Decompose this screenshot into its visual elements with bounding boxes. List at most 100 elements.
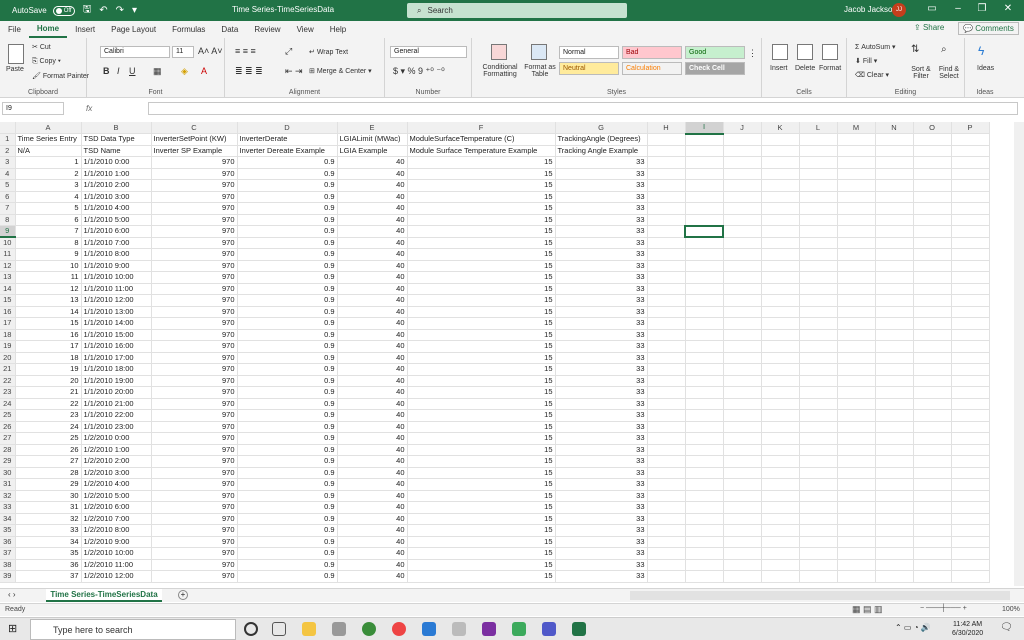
app-icon[interactable] (332, 622, 346, 636)
cell[interactable] (913, 271, 952, 284)
cell[interactable] (913, 398, 952, 410)
cell[interactable] (723, 547, 762, 560)
cell[interactable] (647, 306, 686, 318)
cell[interactable]: 1/1/2010 13:00 (81, 306, 152, 318)
cell[interactable] (647, 559, 686, 571)
cell[interactable]: 0.9 (237, 306, 338, 318)
cell[interactable] (799, 306, 838, 318)
customize-qat-icon[interactable]: ▾ (132, 5, 137, 16)
cell[interactable]: 1/2/2010 10:00 (81, 547, 152, 560)
cell[interactable] (913, 547, 952, 560)
cell[interactable] (875, 398, 914, 410)
cell[interactable] (647, 501, 686, 514)
cell[interactable]: 1/2/2010 2:00 (81, 455, 152, 468)
column-header[interactable]: M (837, 122, 876, 134)
cell[interactable] (875, 271, 914, 284)
cell[interactable]: 0.9 (237, 455, 338, 468)
cell[interactable] (799, 191, 838, 203)
cell[interactable]: 19 (15, 363, 82, 376)
cell[interactable] (799, 455, 838, 468)
autosave-toggle[interactable]: Off (52, 5, 75, 16)
row-header[interactable]: 3 (0, 156, 16, 169)
cell[interactable]: 15 (407, 248, 556, 261)
minimize-icon[interactable]: – (948, 3, 968, 14)
cell[interactable]: 1/2/2010 12:00 (81, 570, 152, 583)
cell[interactable]: 1/1/2010 10:00 (81, 271, 152, 284)
cell[interactable] (799, 271, 838, 284)
cell[interactable] (647, 398, 686, 410)
cell[interactable] (799, 317, 838, 330)
cell[interactable]: 0.9 (237, 478, 338, 491)
cell[interactable]: Tracking Angle Example (555, 145, 648, 157)
cell[interactable] (913, 248, 952, 261)
cell[interactable] (875, 513, 914, 525)
format-as-table-button[interactable]: Format as Table (522, 64, 558, 78)
cell[interactable] (761, 398, 800, 410)
column-header[interactable]: J (723, 122, 762, 134)
cell[interactable] (685, 133, 724, 146)
notifications-icon[interactable]: 🗨 (1000, 622, 1013, 633)
cell[interactable] (913, 432, 952, 445)
cell[interactable] (761, 490, 800, 502)
cell[interactable] (913, 237, 952, 249)
cell[interactable] (761, 524, 800, 537)
cell[interactable] (875, 386, 914, 399)
cell[interactable] (913, 513, 952, 525)
cell[interactable] (685, 501, 724, 514)
cell[interactable]: 970 (151, 524, 238, 537)
cell[interactable] (685, 444, 724, 456)
row-header[interactable]: 33 (0, 501, 16, 514)
vscode-icon[interactable] (422, 622, 436, 636)
cell[interactable] (837, 225, 876, 238)
cell[interactable]: 0.9 (237, 168, 338, 180)
cell[interactable] (685, 398, 724, 410)
cell[interactable]: 1/1/2010 22:00 (81, 409, 152, 422)
cell[interactable]: Module Surface Temperature Example (407, 145, 556, 157)
cell[interactable] (913, 375, 952, 387)
cell[interactable] (647, 214, 686, 226)
cell[interactable] (647, 444, 686, 456)
cell[interactable] (685, 237, 724, 249)
cell[interactable] (951, 432, 990, 445)
font-name-select[interactable]: Calibri (100, 46, 170, 58)
row-header[interactable]: 1 (0, 133, 16, 146)
style-calculation[interactable]: Calculation (622, 62, 682, 75)
cell[interactable]: 33 (555, 317, 648, 330)
cell[interactable] (723, 156, 762, 169)
cell[interactable] (875, 559, 914, 571)
column-header[interactable]: O (913, 122, 952, 134)
cell[interactable]: 15 (407, 317, 556, 330)
cell[interactable] (723, 398, 762, 410)
cell[interactable] (837, 214, 876, 226)
cell[interactable]: 33 (555, 501, 648, 514)
horizontal-scrollbar[interactable] (630, 591, 1010, 600)
cell[interactable]: 15 (407, 536, 556, 548)
cell[interactable] (837, 237, 876, 249)
indent-icons[interactable]: ⇤ ⇥ (285, 66, 303, 77)
cell[interactable]: 15 (407, 363, 556, 376)
cell[interactable]: 1/1/2010 19:00 (81, 375, 152, 387)
cell[interactable] (761, 501, 800, 514)
cell[interactable]: 40 (337, 570, 408, 583)
cell[interactable] (913, 283, 952, 295)
cell[interactable]: 40 (337, 237, 408, 249)
cell[interactable]: 0.9 (237, 444, 338, 456)
cell[interactable] (799, 260, 838, 272)
close-icon[interactable]: ✕ (998, 3, 1018, 14)
cell[interactable] (837, 501, 876, 514)
format-button[interactable]: Format (819, 65, 841, 72)
row-header[interactable]: 9 (0, 225, 16, 238)
row-header[interactable]: 31 (0, 478, 16, 491)
cell[interactable] (913, 524, 952, 537)
add-sheet-icon[interactable]: + (178, 590, 188, 600)
cell[interactable]: 40 (337, 191, 408, 203)
cell[interactable] (761, 156, 800, 169)
cell[interactable] (799, 202, 838, 215)
redo-icon[interactable]: ↷ (116, 5, 124, 16)
cell[interactable] (837, 432, 876, 445)
cell[interactable] (799, 145, 838, 157)
cell[interactable] (837, 398, 876, 410)
cell[interactable] (913, 340, 952, 353)
cell[interactable] (875, 202, 914, 215)
cell[interactable]: 26 (15, 444, 82, 456)
